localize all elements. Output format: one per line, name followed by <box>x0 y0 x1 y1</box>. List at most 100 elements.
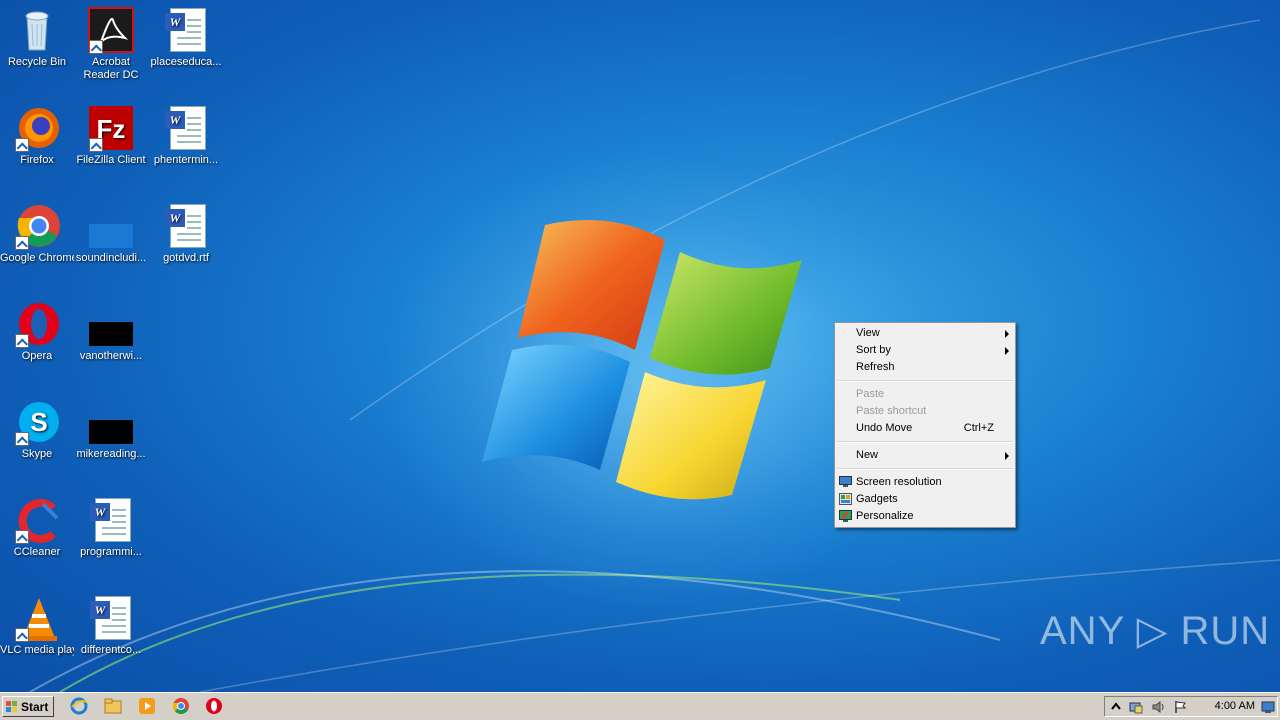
shortcut-arrow-icon <box>15 138 29 152</box>
desktop-icon-opera[interactable]: Opera <box>0 300 74 363</box>
start-label: Start <box>21 700 49 714</box>
menu-item-screen-resolution[interactable]: Screen resolution <box>835 474 1015 491</box>
menu-item-label: Refresh <box>856 361 895 373</box>
shortcut-arrow-icon <box>15 236 29 250</box>
menu-item-label: Screen resolution <box>856 476 942 488</box>
chrome-icon <box>13 202 61 250</box>
icon-label: FileZilla Client <box>76 154 146 166</box>
windows-flag-icon <box>6 701 17 712</box>
menu-item-personalize[interactable]: Personalize <box>835 508 1015 525</box>
menu-item-label: View <box>856 327 880 339</box>
ccleaner-icon <box>13 496 61 544</box>
acrobat-icon <box>87 6 135 54</box>
file-explorer-icon[interactable] <box>104 697 122 715</box>
volume-icon[interactable] <box>1151 700 1165 714</box>
icon-label: Google Chrome <box>0 252 74 264</box>
taskbar: Start 4:00 AM <box>0 692 1280 720</box>
firefox-icon <box>13 104 61 152</box>
desktop-icon-programmi[interactable]: W programmi... <box>74 496 148 559</box>
word-document-icon: W <box>162 202 210 250</box>
submenu-arrow-icon <box>1005 330 1009 338</box>
desktop-icon-acrobat[interactable]: Acrobat Reader DC <box>74 6 148 82</box>
opera-taskbar-icon[interactable] <box>205 697 223 715</box>
shortcut-arrow-icon <box>89 40 103 54</box>
shortcut-arrow-icon <box>15 334 29 348</box>
menu-item-gadgets[interactable]: Gadgets <box>835 491 1015 508</box>
menu-item-new[interactable]: New <box>835 447 1015 464</box>
icon-label: Skype <box>21 448 53 460</box>
desktop-icon-skype[interactable]: S Skype <box>0 398 74 461</box>
windows-logo <box>482 220 802 500</box>
black-file-icon <box>87 300 135 348</box>
menu-item-label: Personalize <box>856 510 914 522</box>
icon-label: Acrobat Reader DC <box>83 56 139 81</box>
desktop-icon-vanotherwi[interactable]: vanotherwi... <box>74 300 148 363</box>
media-player-icon[interactable] <box>138 697 156 715</box>
chrome-taskbar-icon[interactable] <box>172 697 190 715</box>
desktop-icon-vlc[interactable]: VLC media player <box>0 594 74 657</box>
icon-label: vanotherwi... <box>79 350 143 362</box>
word-document-icon: W <box>162 104 210 152</box>
icon-label: differentco... <box>80 644 142 656</box>
icon-label: VLC media player <box>0 644 74 656</box>
menu-item-paste-shortcut: Paste shortcut <box>835 403 1015 420</box>
action-center-icon[interactable] <box>1129 700 1143 714</box>
desktop-icon-gotdvd[interactable]: W gotdvd.rtf <box>149 202 223 265</box>
menu-item-undo-move[interactable]: Undo Move Ctrl+Z <box>835 420 1015 437</box>
word-document-icon: W <box>162 6 210 54</box>
icon-label: mikereading... <box>76 448 146 460</box>
submenu-arrow-icon <box>1005 452 1009 460</box>
desktop-icon-firefox[interactable]: Firefox <box>0 104 74 167</box>
desktop-icon-soundincludi[interactable]: soundincludi... <box>74 202 148 265</box>
icon-label: Opera <box>21 350 53 362</box>
icon-label: phentermin... <box>153 154 219 166</box>
system-tray: 4:00 AM <box>1104 696 1278 717</box>
internet-explorer-icon[interactable] <box>70 697 88 715</box>
show-hidden-icons-icon[interactable] <box>1109 700 1123 714</box>
shortcut-arrow-icon <box>15 432 29 446</box>
anyrun-watermark: ANY ▷ RUN <box>1040 609 1271 653</box>
icon-label: gotdvd.rtf <box>163 252 209 264</box>
submenu-arrow-icon <box>1005 347 1009 355</box>
shortcut-arrow-icon <box>15 530 29 544</box>
desktop-icon-mikereading[interactable]: mikereading... <box>74 398 148 461</box>
icon-label: placeseduca... <box>150 56 222 68</box>
desktop[interactable]: Recycle Bin Firefox Google Chrome Opera … <box>0 0 1280 692</box>
menu-item-label: Paste <box>856 388 885 400</box>
menu-item-view[interactable]: View <box>835 325 1015 342</box>
desktop-icon-differentco[interactable]: W differentco... <box>74 594 148 657</box>
desktop-icon-filezilla[interactable]: Fz FileZilla Client <box>74 104 148 167</box>
icon-label: Recycle Bin <box>7 56 67 68</box>
skype-icon: S <box>13 398 61 446</box>
menu-item-paste: Paste <box>835 386 1015 403</box>
blank-file-icon <box>87 202 135 250</box>
clock[interactable]: 4:00 AM <box>1215 697 1255 716</box>
gadgets-icon <box>839 493 852 505</box>
desktop-icon-google-chrome[interactable]: Google Chrome <box>0 202 74 265</box>
menu-separator <box>837 468 1013 470</box>
vlc-icon <box>13 594 61 642</box>
menu-item-label: Gadgets <box>856 493 898 505</box>
desktop-icon-recycle-bin[interactable]: Recycle Bin <box>0 6 74 69</box>
svg-text:S: S <box>30 407 47 437</box>
menu-item-refresh[interactable]: Refresh <box>835 359 1015 376</box>
show-desktop-icon[interactable] <box>1261 700 1275 714</box>
menu-item-label: Paste shortcut <box>856 405 927 417</box>
word-document-icon: W <box>87 594 135 642</box>
menu-item-sort-by[interactable]: Sort by <box>835 342 1015 359</box>
menu-item-label: Undo Move <box>856 422 913 434</box>
filezilla-icon: Fz <box>87 104 135 152</box>
flag-notification-icon[interactable] <box>1173 700 1187 714</box>
desktop-icon-phentermin[interactable]: W phentermin... <box>149 104 223 167</box>
recycle-bin-icon <box>13 6 61 54</box>
shortcut-arrow-icon <box>15 628 29 642</box>
icon-label: Firefox <box>20 154 54 166</box>
menu-item-label: Sort by <box>856 344 891 356</box>
desktop-icon-ccleaner[interactable]: CCleaner <box>0 496 74 559</box>
black-file-icon <box>87 398 135 446</box>
monitor-icon <box>839 476 852 487</box>
menu-separator <box>837 441 1013 443</box>
start-button[interactable]: Start <box>2 696 54 717</box>
menu-item-label: New <box>856 449 879 461</box>
desktop-icon-placeseduca[interactable]: W placeseduca... <box>149 6 223 69</box>
